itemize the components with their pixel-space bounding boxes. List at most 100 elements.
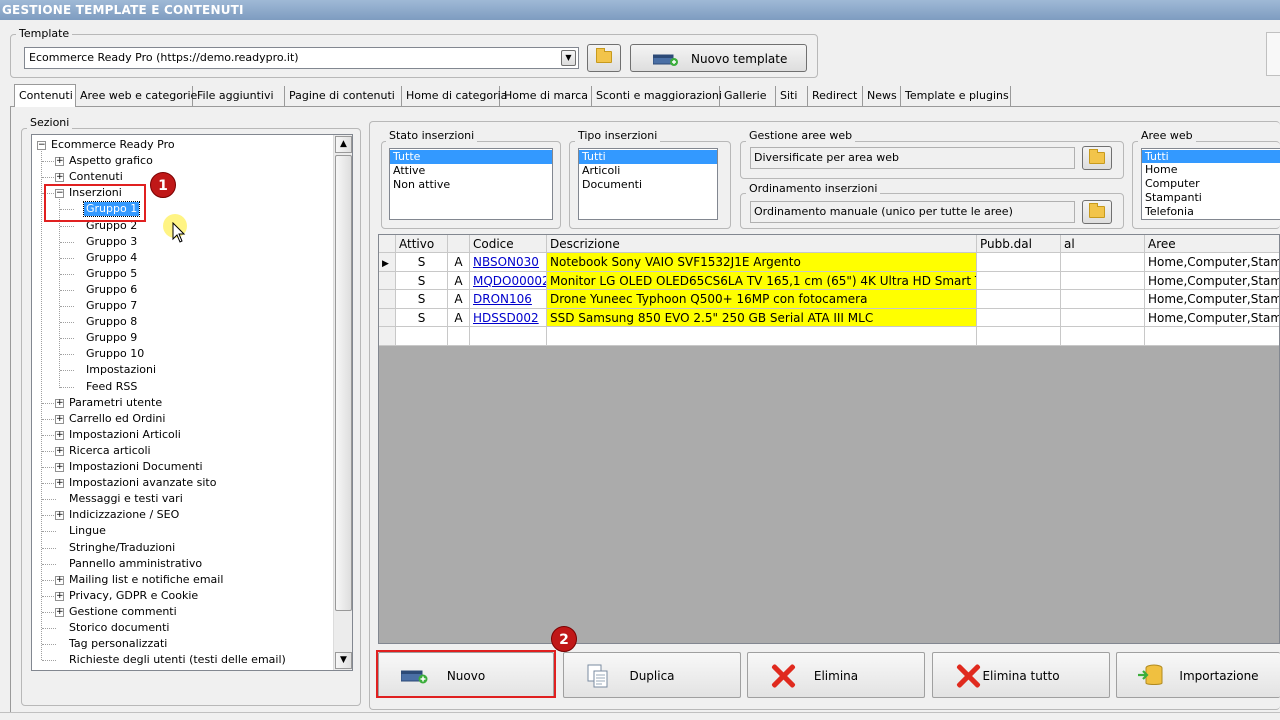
grid-header-tipo[interactable] (448, 235, 470, 253)
elimina-button[interactable]: Elimina (747, 652, 925, 698)
tree-root[interactable]: Ecommerce Ready Pro (51, 138, 175, 152)
tree-item-storico-documenti[interactable]: Storico documenti (69, 621, 169, 635)
tree-item-pannello-amministrativo[interactable]: Pannello amministrativo (69, 557, 202, 571)
expand-icon[interactable]: + (55, 173, 64, 183)
tree-item-gruppo-9[interactable]: Gruppo 9 (86, 331, 137, 345)
tree-scroll-thumb[interactable] (335, 155, 352, 611)
grid-header-row-indicator[interactable] (379, 235, 396, 253)
grid-cell-tipo[interactable] (448, 327, 470, 346)
grid-cell-tipo[interactable]: A (448, 253, 470, 272)
stato-item-attive[interactable]: Attive (390, 164, 552, 178)
inserzioni-grid[interactable]: Attivo Codice Descrizione Pubb.dal al Aree ▶ S A… (378, 234, 1280, 644)
expand-icon[interactable]: + (55, 446, 64, 456)
tab-contenuti[interactable]: Contenuti (14, 84, 76, 108)
tree-item-feed-rss[interactable]: Feed RSS (86, 380, 137, 394)
duplica-button[interactable]: Duplica (563, 652, 741, 698)
tree-item-carrello-ed-ordini[interactable]: Carrello ed Ordini (69, 412, 165, 426)
tab-file-aggiuntivi[interactable]: File aggiuntivi (193, 86, 285, 106)
expand-icon[interactable]: + (55, 479, 64, 489)
grid-cell-aree[interactable]: Home,Computer,Stampanti (1145, 308, 1279, 327)
grid-cell-tipo[interactable]: A (448, 290, 470, 309)
grid-cell-aree[interactable]: Home,Computer,Stampanti (1145, 290, 1279, 309)
grid-cell-pubb[interactable] (977, 253, 1061, 272)
grid-cell-descrizione[interactable]: SSD Samsung 850 EVO 2.5" 250 GB Serial A… (547, 308, 977, 327)
grid-header-codice[interactable]: Codice (470, 235, 547, 253)
ordinamento-folder-button[interactable] (1082, 200, 1112, 224)
grid-cell-pubb[interactable] (977, 271, 1061, 290)
tree-item-gruppo-8[interactable]: Gruppo 8 (86, 315, 137, 329)
tree-item-mailing-list-e-notifiche-email[interactable]: Mailing list e notifiche email (69, 573, 223, 587)
scroll-up-icon[interactable]: ▲ (335, 136, 352, 153)
aree-item-tutti[interactable]: Tutti (1142, 150, 1280, 163)
expand-icon[interactable]: + (55, 157, 64, 167)
tab-sconti-e-maggiorazioni[interactable]: Sconti e maggiorazioni (592, 86, 722, 106)
tree-item-ricerca-articoli[interactable]: Ricerca articoli (69, 444, 151, 458)
scroll-down-icon[interactable]: ▼ (335, 652, 352, 669)
importazione-button[interactable]: Importazione (1116, 652, 1280, 698)
stato-list[interactable]: Tutte Attive Non attive (389, 148, 553, 220)
elimina-tutto-button[interactable]: Elimina tutto (932, 652, 1110, 698)
tree-item-messaggi-e-testi-vari[interactable]: Messaggi e testi vari (69, 492, 183, 506)
tipo-item-tutti[interactable]: Tutti (579, 150, 717, 164)
grid-cell-al[interactable] (1061, 290, 1145, 309)
chevron-down-icon[interactable]: ▼ (561, 50, 576, 66)
grid-cell-attivo[interactable]: S (396, 290, 448, 309)
tab-home-di-marca[interactable]: Home di marca (500, 86, 592, 106)
expand-icon[interactable]: + (55, 511, 64, 521)
template-folder-button[interactable] (587, 44, 621, 72)
tree-item-gestione-commenti[interactable]: Gestione commenti (69, 605, 177, 619)
tree-item-indicizzazione-seo[interactable]: Indicizzazione / SEO (69, 508, 179, 522)
grid-cell-codice[interactable]: HDSSD002 (470, 308, 547, 327)
expand-icon[interactable]: + (55, 430, 64, 440)
tree-item-contenuti[interactable]: Contenuti (69, 170, 123, 184)
expand-icon[interactable]: + (55, 607, 64, 617)
grid-cell-al[interactable] (1061, 253, 1145, 272)
expand-icon[interactable]: + (55, 414, 64, 424)
tab-pagine-di-contenuti[interactable]: Pagine di contenuti (285, 86, 402, 106)
tab-aree-web-e-categorie[interactable]: Aree web e categorie (76, 86, 197, 106)
tree-item-gruppo-5[interactable]: Gruppo 5 (86, 267, 137, 281)
grid-cell-tipo[interactable]: A (448, 308, 470, 327)
stato-item-non-attive[interactable]: Non attive (390, 178, 552, 192)
grid-header-aree[interactable]: Aree (1145, 235, 1279, 253)
grid-cell-descrizione[interactable]: Notebook Sony VAIO SVF1532J1E Argento (547, 253, 977, 272)
grid-cell-attivo[interactable] (396, 327, 448, 346)
grid-cell-pubb[interactable] (977, 327, 1061, 346)
tree-item-aspetto-grafico[interactable]: Aspetto grafico (69, 154, 153, 168)
expand-icon[interactable]: + (55, 575, 64, 585)
tab-gallerie[interactable]: Gallerie (720, 86, 776, 106)
expand-icon[interactable]: + (55, 463, 64, 472)
grid-cell-aree[interactable]: Home,Computer,Stampanti (1145, 253, 1279, 272)
grid-cell-aree[interactable] (1145, 327, 1279, 346)
new-template-button[interactable]: Nuovo template (630, 44, 807, 72)
grid-cell-descrizione[interactable]: Monitor LG OLED OLED65CS6LA TV 165,1 cm … (547, 271, 977, 290)
grid-header-attivo[interactable]: Attivo (396, 235, 448, 253)
grid-cell-attivo[interactable]: S (396, 308, 448, 327)
grid-cell-tipo[interactable]: A (448, 271, 470, 290)
grid-cell-attivo[interactable]: S (396, 253, 448, 272)
grid-cell-codice[interactable]: DRON106 (470, 290, 547, 309)
tipo-item-documenti[interactable]: Documenti (579, 178, 717, 192)
grid-header-descrizione[interactable]: Descrizione (547, 235, 977, 253)
grid-cell-al[interactable] (1061, 308, 1145, 327)
tree-item-gruppo-7[interactable]: Gruppo 7 (86, 299, 137, 313)
tree-item-parametri-utente[interactable]: Parametri utente (69, 396, 162, 410)
tree-item-stringhe-traduzioni[interactable]: Stringhe/Traduzioni (69, 541, 175, 555)
tree-item-gruppo-6[interactable]: Gruppo 6 (86, 283, 137, 297)
tab-redirect[interactable]: Redirect (808, 86, 863, 106)
grid-cell-codice[interactable]: NBSON030 (470, 253, 547, 272)
tree-item-tag-personalizzati[interactable]: Tag personalizzati (69, 637, 167, 651)
tree-item-gruppo-10[interactable]: Gruppo 10 (86, 347, 144, 361)
tipo-item-articoli[interactable]: Articoli (579, 164, 717, 178)
tipo-list[interactable]: Tutti Articoli Documenti (578, 148, 718, 220)
tree-item-impostazioni-articoli[interactable]: Impostazioni Articoli (69, 428, 181, 442)
grid-cell-descrizione[interactable] (547, 327, 977, 346)
tab-home-di-categoria[interactable]: Home di categoria (402, 86, 507, 106)
grid-cell-pubb[interactable] (977, 308, 1061, 327)
gestione-folder-button[interactable] (1082, 146, 1112, 170)
grid-header-al[interactable]: al (1061, 235, 1145, 253)
grid-cell-descrizione[interactable]: Drone Yuneec Typhoon Q500+ 16MP con foto… (547, 290, 977, 309)
aree-item-computer[interactable]: Computer (1142, 177, 1280, 191)
grid-cell-codice[interactable] (470, 327, 547, 346)
stato-item-tutte[interactable]: Tutte (390, 150, 552, 164)
